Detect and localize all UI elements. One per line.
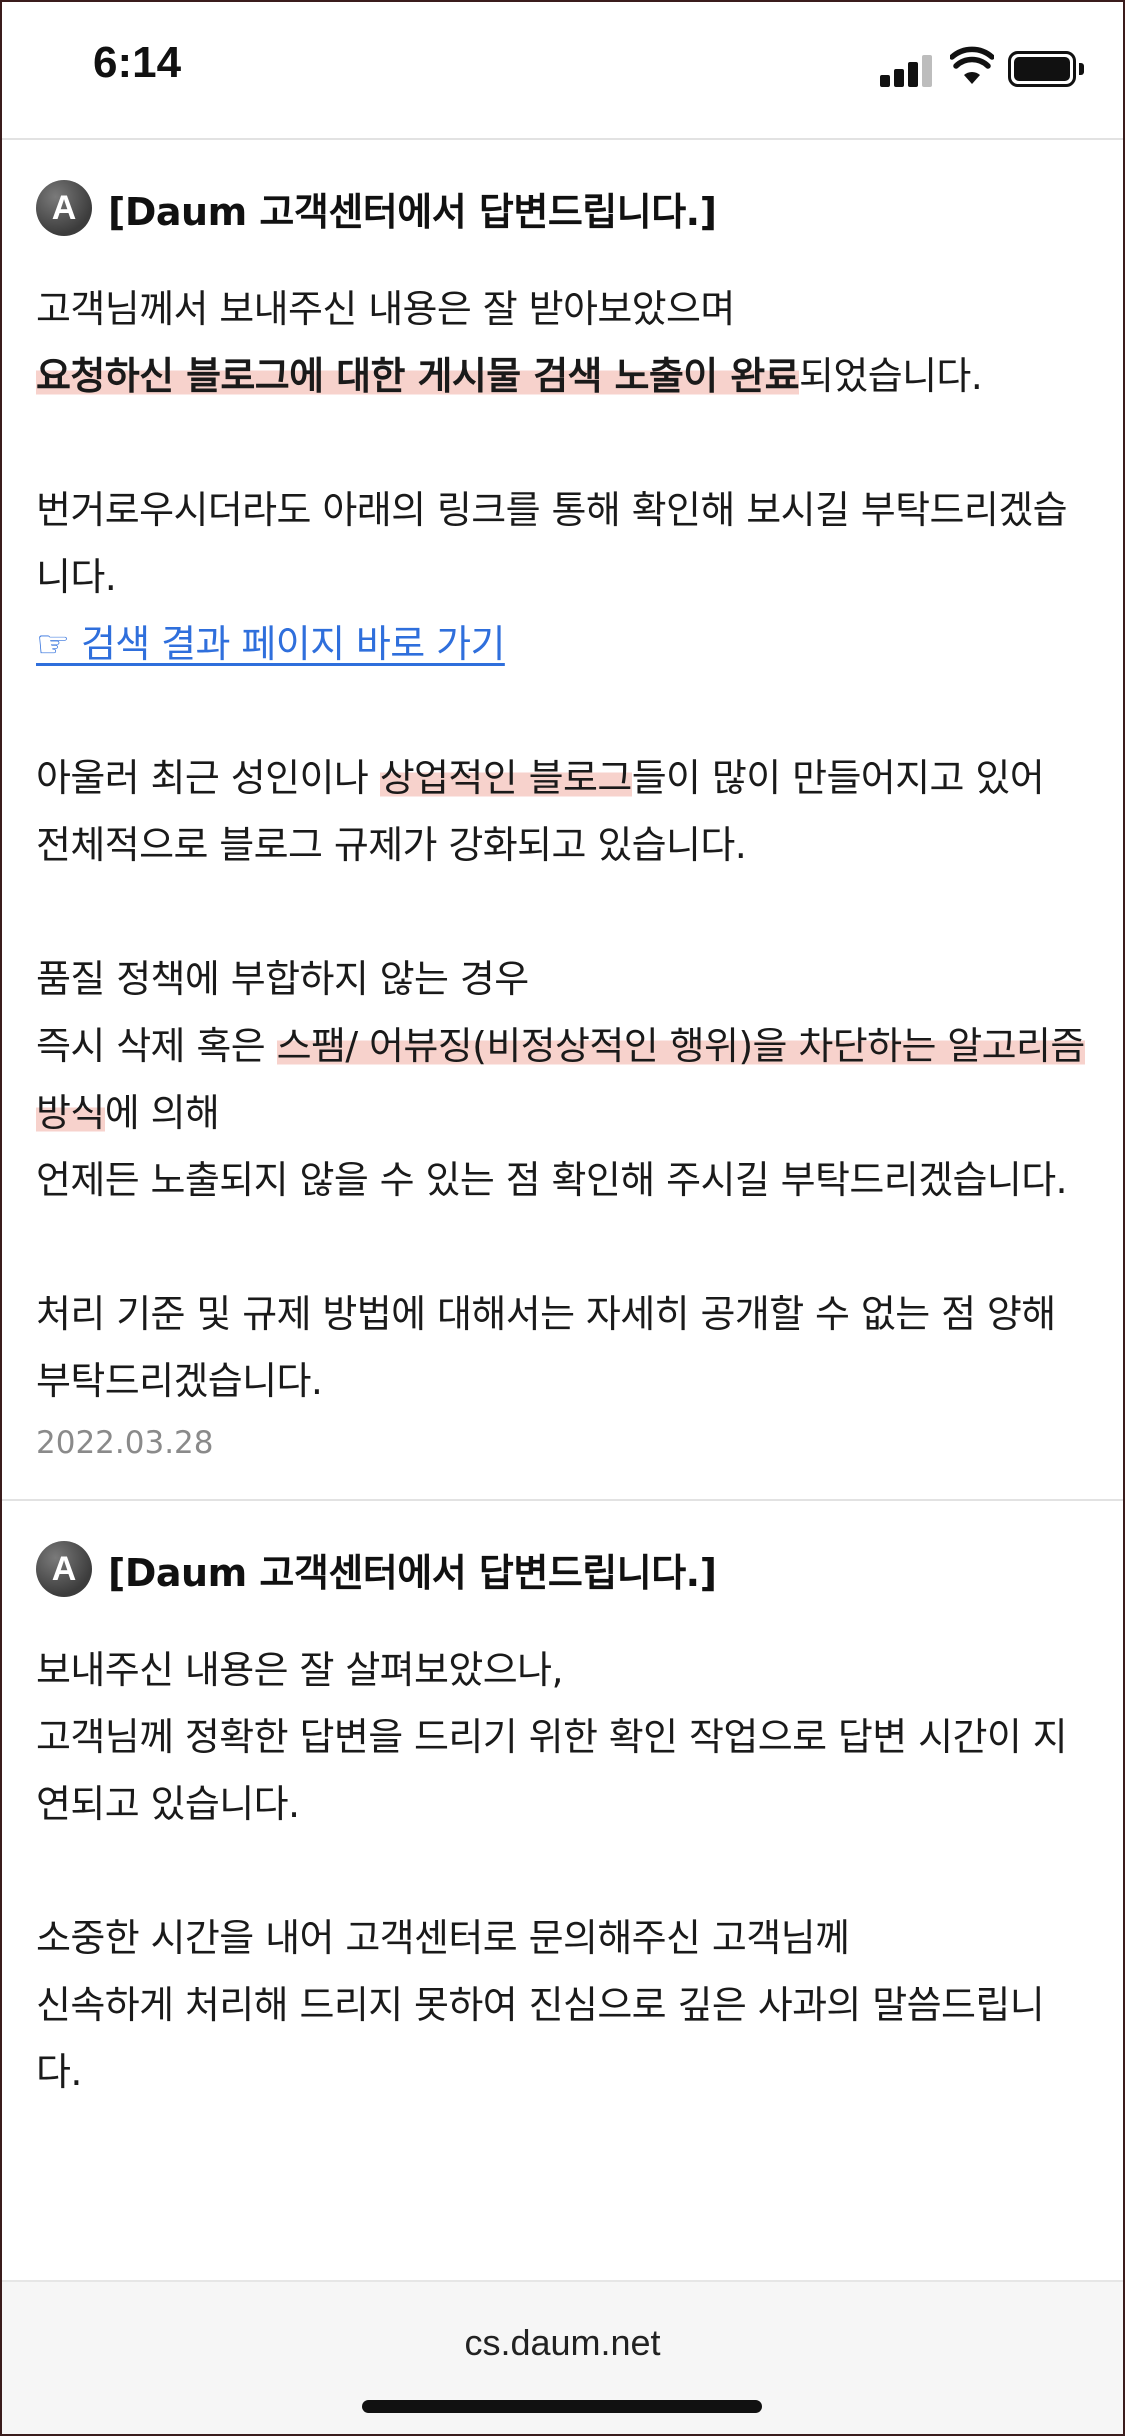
answer-title: [Daum 고객센터에서 답변드립니다.] (108, 1550, 717, 1595)
url-text[interactable]: cs.daum.net (0, 2322, 1125, 2364)
body-text-span: 즉시 삭제 혹은 (36, 1024, 277, 1068)
body-line: 고객님께서 보내주신 내용은 잘 받아보았으며 (36, 287, 735, 331)
body-text-span: 들이 많이 만들어지고 있어 (631, 756, 1045, 800)
body-paragraph: 신속하게 처리해 드리지 못하여 진심으로 깊은 사과의 말씀드립니다. (36, 1983, 1045, 2094)
body-text-span: 에 의해 (104, 1091, 220, 1135)
answer-body: 고객님께서 보내주신 내용은 잘 받아보았으며 요청하신 블로그에 대한 게시물… (36, 276, 1089, 1415)
body-text-span: 아울러 최근 성인이나 (36, 756, 380, 800)
status-bar: 6:14 (0, 0, 1125, 138)
answer-date: 2022.03.28 (36, 1425, 214, 1461)
content-scroll-area[interactable]: A [Daum 고객센터에서 답변드립니다.] 고객님께서 보내주신 내용은 잘… (0, 140, 1125, 2280)
answer-header: A [Daum 고객센터에서 답변드립니다.] (36, 178, 1089, 238)
body-line: 소중한 시간을 내어 고객센터로 문의해주신 고객님께 (36, 1916, 850, 1960)
wifi-icon (950, 46, 994, 84)
body-line: 전체적으로 블로그 규제가 강화되고 있습니다. (36, 823, 747, 867)
body-paragraph: 요청하신 블로그에 대한 게시물 검색 노출이 완료되었습니다. (36, 343, 1089, 410)
answer-header: A [Daum 고객센터에서 답변드립니다.] (36, 1539, 1089, 1599)
body-paragraph: 즉시 삭제 혹은 스팸/ 어뷰징(비정상적인 행위)을 차단하는 알고리즘 방식… (36, 1013, 1089, 1147)
body-paragraph: 아울러 최근 성인이나 상업적인 블로그들이 많이 만들어지고 있어 (36, 745, 1089, 812)
body-paragraph: 언제든 노출되지 않을 수 있는 점 확인해 주시길 부탁드리겠습니다. (36, 1158, 1068, 1202)
answer-card-1: A [Daum 고객센터에서 답변드립니다.] 고객님께서 보내주신 내용은 잘… (0, 140, 1125, 1465)
search-results-link[interactable]: ☞ 검색 결과 페이지 바로 가기 (36, 622, 505, 666)
battery-icon (1008, 51, 1084, 87)
cellular-signal-icon (880, 53, 934, 87)
answer-title: [Daum 고객센터에서 답변드립니다.] (108, 189, 717, 234)
body-line: 보내주신 내용은 잘 살펴보았으나, (36, 1648, 564, 1692)
status-time: 6:14 (93, 38, 182, 87)
answer-avatar-icon: A (36, 180, 92, 236)
highlighted-text: 상업적인 블로그 (379, 756, 632, 800)
body-paragraph: 처리 기준 및 규제 방법에 대해서는 자세히 공개할 수 없는 점 양해 부탁… (36, 1292, 1056, 1403)
home-indicator[interactable] (362, 2400, 762, 2413)
answer-card-2: A [Daum 고객센터에서 답변드립니다.] 보내주신 내용은 잘 살펴보았으… (0, 1501, 1125, 2106)
body-text-span: 되었습니다. (798, 354, 983, 398)
answer-body: 보내주신 내용은 잘 살펴보았으나, 고객님께 정확한 답변을 드리기 위한 확… (36, 1637, 1089, 2106)
body-line: 품질 정책에 부합하지 않는 경우 (36, 957, 529, 1001)
browser-address-bar[interactable]: cs.daum.net (0, 2280, 1125, 2436)
highlighted-text: 요청하신 블로그에 대한 게시물 검색 노출이 완료 (36, 354, 800, 398)
body-paragraph: 번거로우시더라도 아래의 링크를 통해 확인해 보시길 부탁드리겠습니다. (36, 488, 1068, 599)
answer-avatar-icon: A (36, 1541, 92, 1597)
body-paragraph: 고객님께 정확한 답변을 드리기 위한 확인 작업으로 답변 시간이 지연되고 … (36, 1715, 1068, 1826)
